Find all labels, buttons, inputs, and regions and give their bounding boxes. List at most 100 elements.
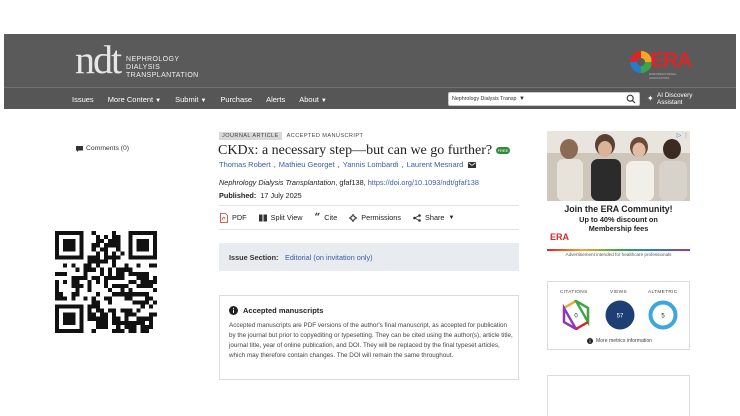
journal-logo-subtitle: NEPHROLOGY DIALYSIS TRANSPLANTATION [126,56,199,80]
nav-submit[interactable]: Submit ▼ [175,95,206,104]
search-box[interactable]: Nephrology Dialysis Transp ▼ [448,92,640,106]
cite-button[interactable]: “ Cite [314,211,338,223]
comment-icon [76,145,83,152]
qr-module [120,251,125,256]
qr-module [63,296,68,301]
qr-module [55,279,60,285]
qr-module [87,316,92,321]
sparkle-icon: ✦ [647,94,654,103]
qr-module [140,316,145,321]
qr-module [112,243,117,248]
qr-module [116,235,121,240]
qr-module [128,324,133,329]
qr-module [83,296,88,301]
qr-module [55,292,60,297]
qr-module [112,275,117,280]
published-label: Published: [219,191,257,200]
adchoices-icon[interactable]: ▷ ⋮ [677,132,689,139]
qr-module [120,288,125,293]
author-link[interactable]: Laurent Mesnard [407,160,464,169]
notice-heading: Accepted manuscripts [229,306,323,315]
issue-section-link[interactable]: Editorial (on invitation only) [285,253,373,262]
qr-module [63,263,68,268]
qr-module [112,263,117,268]
nav-about[interactable]: About ▼ [299,95,327,104]
permissions-label: Permissions [361,213,402,222]
qr-module [112,259,117,264]
qr-module [112,308,117,313]
ad-sub-line: Up to 40% discount on [579,215,658,224]
qr-module [59,271,64,276]
qr-module [128,328,133,333]
qr-module [103,243,109,248]
author-link[interactable]: Thomas Robert [219,160,271,169]
qr-module [116,316,121,321]
qr-module [91,316,96,321]
views-label: VIEWS [610,290,627,295]
ai-discovery-assistant[interactable]: ✦ AI Discovery Assistant [647,92,727,108]
advertisement[interactable]: ▷ ⋮ Join the ERA Community! Up to 40% di… [547,131,690,261]
qr-module [132,271,137,276]
qr-module [55,288,60,293]
nav-alerts[interactable]: Alerts [266,95,285,104]
qr-module [120,284,125,289]
share-button[interactable]: Share ▼ [413,213,454,222]
qr-module [116,320,121,325]
author-link[interactable]: Yannis Lombardi [343,160,399,169]
nav-issues[interactable]: Issues [72,95,94,104]
qr-module [124,292,129,297]
quote-icon: “ [314,211,321,223]
comments-link[interactable]: Comments (0) [76,145,129,152]
qr-module [108,300,113,305]
chevron-down-icon: ▼ [155,97,162,104]
qr-module [99,320,104,325]
qr-module [95,251,100,256]
qr-module [148,316,153,321]
search-icon[interactable] [626,94,636,104]
ai-label-line: Assistant [657,99,683,106]
pdf-button[interactable]: PDF [220,212,247,223]
chevron-down-icon[interactable]: ▼ [519,94,525,105]
qr-module [71,292,76,297]
qr-module [103,275,109,280]
nav-purchase[interactable]: Purchase [220,95,252,104]
views-value: 57 [617,314,624,320]
nav-more-content[interactable]: More Content ▼ [108,95,161,104]
qr-module [91,243,96,248]
qr-module [103,316,109,321]
qr-module [75,279,80,285]
journal-logo[interactable]: ndt [75,40,122,80]
qr-module [91,312,96,317]
qr-module [103,324,109,329]
qr-module [116,247,121,252]
citations-badge[interactable]: 0 [561,300,591,330]
altmetric-donut[interactable]: 5 [648,300,678,330]
author-separator: , [273,160,276,169]
qr-module [91,267,96,272]
qr-module [132,320,137,325]
qr-module [152,300,157,305]
qr-module [99,312,104,317]
qr-module [99,324,104,329]
qr-module [108,296,113,301]
qr-code [55,231,157,333]
more-metrics-link[interactable]: More metrics information [548,338,691,344]
era-partner-logo[interactable]: ERA EUROPEAN RENAL ASSOCIATION [628,46,692,80]
article-type-badge: JOURNAL ARTICLE [219,132,282,140]
views-badge[interactable]: 57 [605,300,635,330]
qr-module [103,251,109,256]
qr-module [144,328,149,333]
qr-module [79,284,84,289]
qr-module [144,275,149,280]
doi-link[interactable]: https://doi.org/10.1093/ndt/gfaf138 [368,178,479,187]
qr-module [103,259,109,264]
email-icon[interactable] [468,161,477,168]
qr-module [144,271,149,276]
author-link[interactable]: Mathieu Georget [279,160,335,169]
qr-module [87,259,92,264]
qr-module [95,324,100,329]
split-view-button[interactable]: Split View [258,213,303,222]
search-scope-select[interactable]: Nephrology Dialysis Transp [452,94,516,105]
qr-module [103,235,109,240]
permissions-button[interactable]: Permissions [349,213,401,222]
